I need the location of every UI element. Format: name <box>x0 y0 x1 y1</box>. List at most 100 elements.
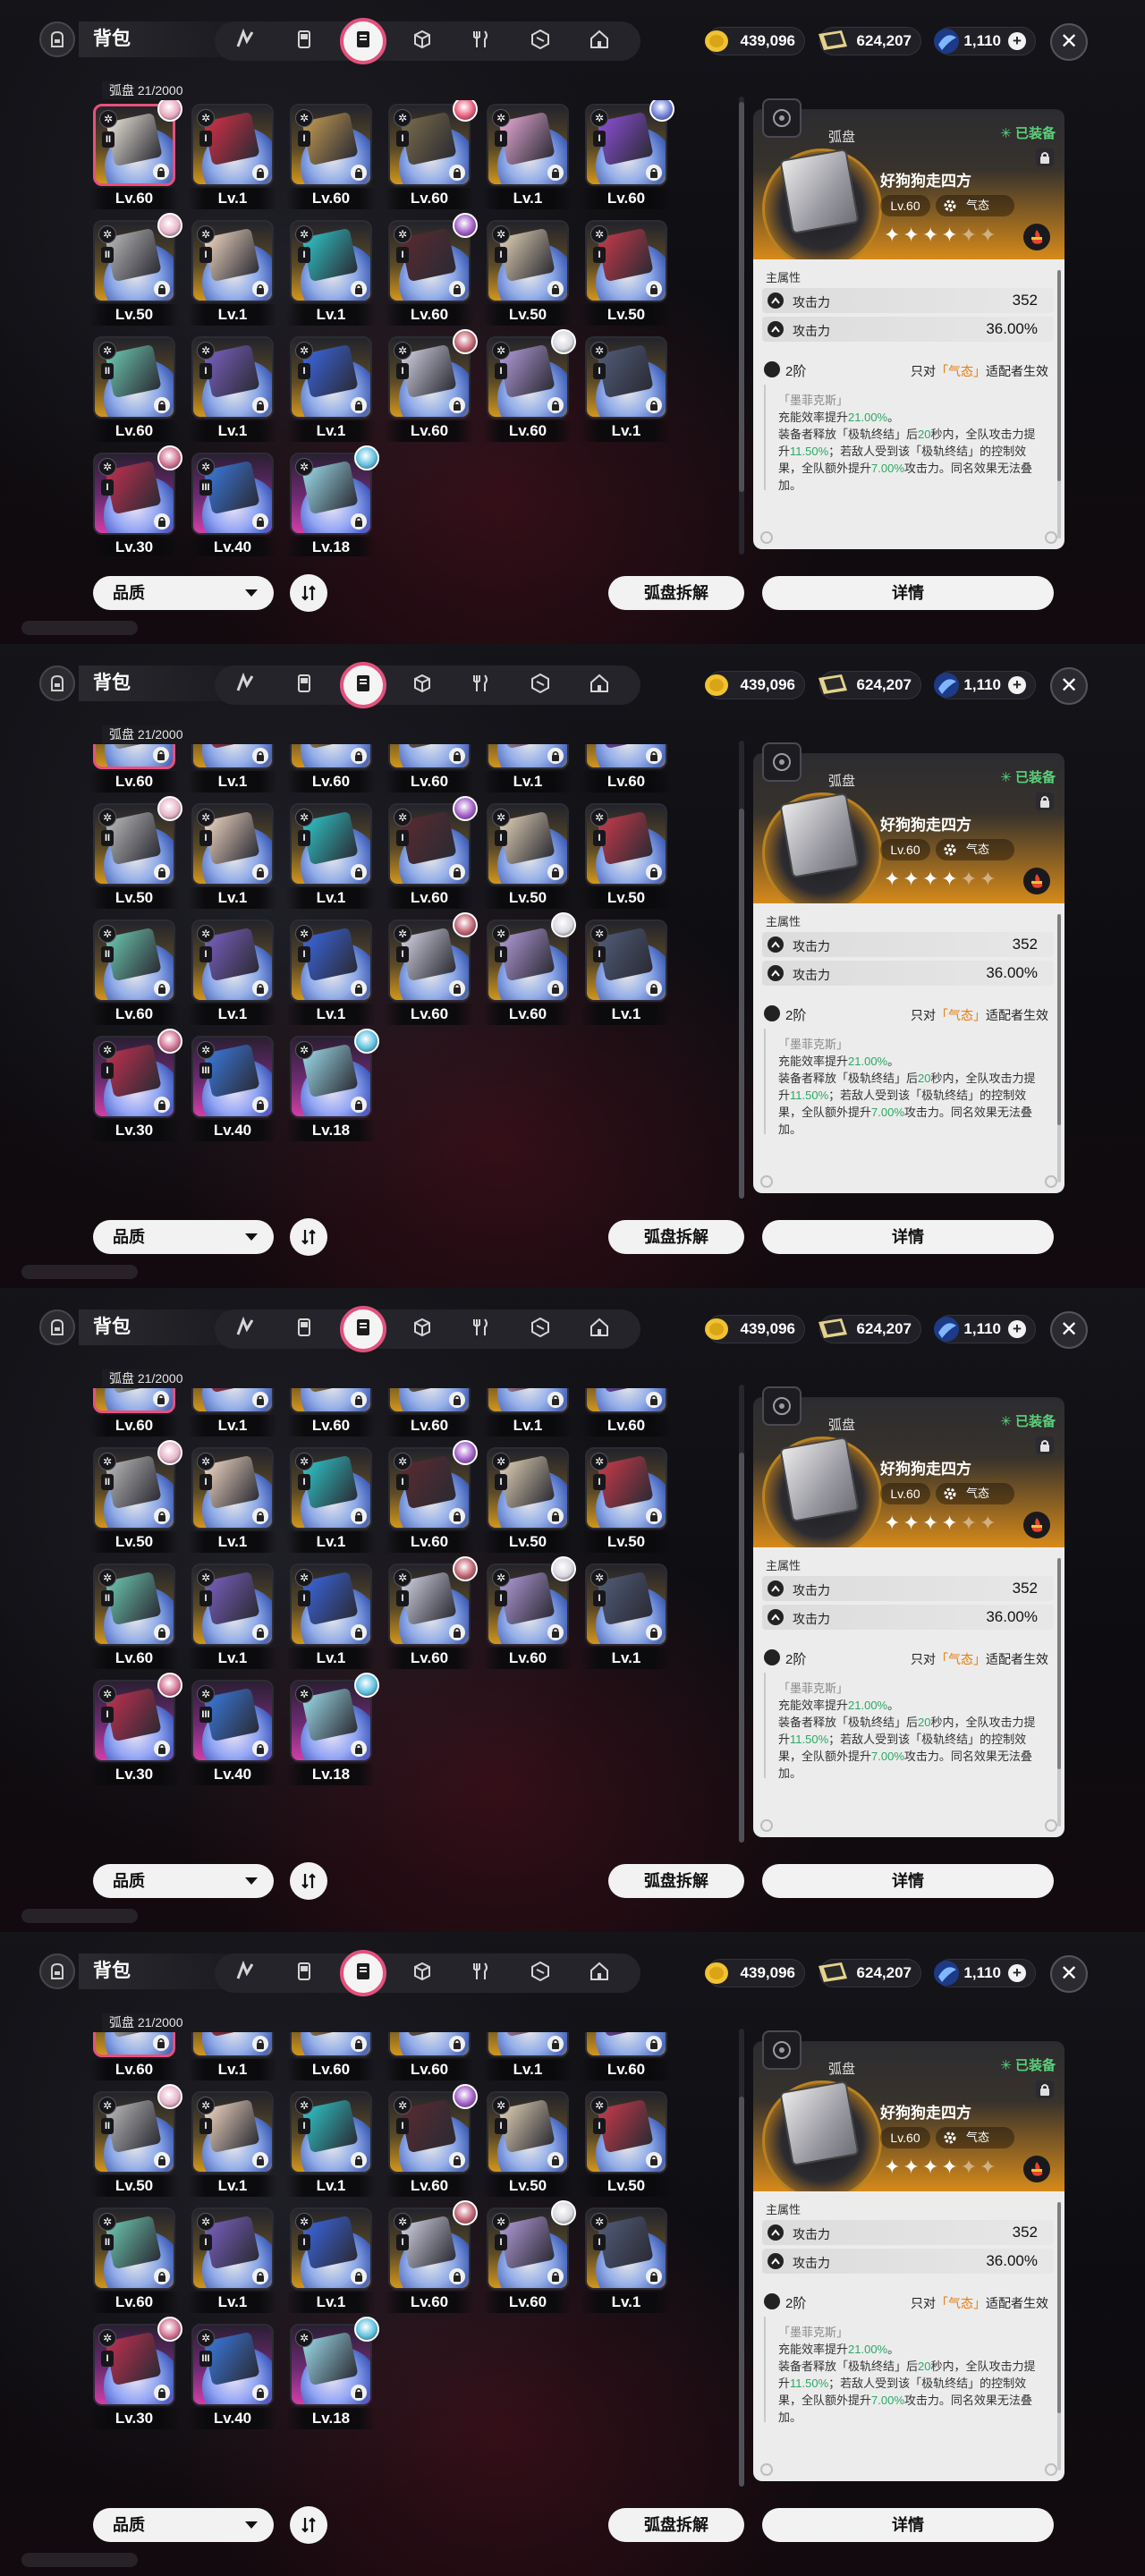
disc-item[interactable]: ✲ILv.60 <box>385 2200 478 2315</box>
disc-item[interactable]: ✲IILv.60 <box>89 916 179 1027</box>
disc-item[interactable]: ✲ILv.1 <box>286 333 376 444</box>
disc-item[interactable]: ✲ILv.1 <box>483 2032 572 2082</box>
disc-item[interactable]: ✲ILv.60 <box>385 213 478 327</box>
disc-item[interactable]: ✲ILv.1 <box>483 744 572 794</box>
disc-item[interactable]: ✲ILv.1 <box>188 744 277 794</box>
disc-item[interactable]: ✲ I Lv.50 <box>483 1444 572 1555</box>
grid-scroll-thumb[interactable] <box>739 809 744 1199</box>
disc-item[interactable]: ✲ILv.1 <box>286 2088 376 2199</box>
disc-item[interactable]: ✲ILv.1 <box>188 916 277 1027</box>
tab-cutlery[interactable] <box>462 21 501 61</box>
disc-item[interactable]: ✲ILv.1 <box>188 216 277 327</box>
tab-cutlery[interactable] <box>462 1309 501 1349</box>
tab-disc-bag[interactable] <box>340 18 386 64</box>
tab-sticker[interactable] <box>521 1309 560 1349</box>
tab-n-mark[interactable] <box>225 665 265 705</box>
quality-filter-dropdown[interactable]: 品质 <box>93 2508 274 2542</box>
tab-sticker[interactable] <box>521 665 560 705</box>
detail-scrollbar[interactable] <box>1057 914 1061 1182</box>
disc-item[interactable]: ✲ILv.60 <box>581 2032 671 2082</box>
disc-item[interactable]: ✲ILv.60 <box>581 744 671 794</box>
disc-item[interactable]: ✲ I Lv.50 <box>483 216 572 327</box>
close-button[interactable]: ✕ <box>1050 23 1088 61</box>
tab-disc-bag[interactable] <box>340 1950 386 1996</box>
tab-n-mark[interactable] <box>225 1953 265 1993</box>
close-button[interactable]: ✕ <box>1050 1955 1088 1993</box>
disc-item[interactable]: ✲ III Lv.40 <box>188 1032 277 1143</box>
disc-item[interactable]: ✲IILv.60 <box>89 2032 179 2082</box>
disc-item[interactable]: ✲ILv.1 <box>286 2204 376 2315</box>
item-grid[interactable]: ✲IILv.60✲ILv.1✲ILv.60✲ILv.60✲ILv.1✲ILv.6… <box>89 744 689 1200</box>
disc-item[interactable]: ✲ I Lv.30 <box>89 2317 182 2431</box>
disc-item[interactable]: ✲IILv.60 <box>89 1560 179 1671</box>
backpack-icon[interactable] <box>39 21 75 57</box>
disc-item[interactable]: ✲ILv.1 <box>286 800 376 911</box>
detail-scrollbar[interactable] <box>1057 270 1061 538</box>
grid-scrollbar[interactable] <box>739 1385 744 1843</box>
sort-order-button[interactable] <box>290 1218 327 1256</box>
disc-item[interactable]: ✲ILv.60 <box>581 100 674 211</box>
dismantle-button[interactable]: 弧盘拆解 <box>608 576 744 610</box>
dismantle-button[interactable]: 弧盘拆解 <box>608 1864 744 1898</box>
quality-filter-dropdown[interactable]: 品质 <box>93 1220 274 1254</box>
disc-item[interactable]: ✲ILv.1 <box>188 2032 277 2082</box>
disc-item[interactable]: ✲ Lv.18 <box>286 1673 379 1787</box>
tab-home[interactable] <box>580 1309 619 1349</box>
detail-scroll-thumb[interactable] <box>1057 1558 1061 1769</box>
disc-item[interactable]: ✲ILv.1 <box>188 100 277 211</box>
grid-scroll-thumb[interactable] <box>739 1453 744 1843</box>
sort-order-button[interactable] <box>290 574 327 612</box>
disc-item[interactable]: ✲ILv.1 <box>581 916 671 1027</box>
grid-scroll-thumb[interactable] <box>739 102 744 492</box>
tab-cube[interactable] <box>403 665 442 705</box>
disc-item[interactable]: ✲ILv.60 <box>385 912 478 1027</box>
disc-item[interactable]: ✲ I Lv.50 <box>581 2088 671 2199</box>
detail-body[interactable]: 主属性 攻击力 352 攻击力 36.00% 2阶 只对「气态」适配者生效 「墨… <box>753 903 1064 1193</box>
disc-item[interactable]: ✲ I Lv.50 <box>483 800 572 911</box>
disc-item[interactable]: ✲ILv.60 <box>385 796 478 911</box>
add-currency-button[interactable]: + <box>1008 1320 1026 1338</box>
dismantle-button[interactable]: 弧盘拆解 <box>608 1220 744 1254</box>
disc-item[interactable]: ✲ILv.60 <box>385 1388 474 1438</box>
disc-item[interactable]: ✲IILv.60 <box>89 2204 179 2315</box>
disc-item[interactable]: ✲ I Lv.50 <box>581 216 671 327</box>
tab-cutlery[interactable] <box>462 665 501 705</box>
disc-item[interactable]: ✲IILv.60 <box>89 1388 179 1438</box>
sort-order-button[interactable] <box>290 2506 327 2544</box>
disc-item[interactable]: ✲ILv.60 <box>286 2032 376 2082</box>
tab-home[interactable] <box>580 21 619 61</box>
lock-icon[interactable] <box>1036 1436 1054 1454</box>
disc-item[interactable]: ✲ I Lv.50 <box>581 1444 671 1555</box>
disc-item[interactable]: ✲ILv.60 <box>385 1440 478 1555</box>
disc-item[interactable]: ✲ILv.60 <box>385 329 478 444</box>
disc-item[interactable]: ✲ILv.1 <box>483 100 572 211</box>
disc-item[interactable]: ✲ILv.1 <box>188 333 277 444</box>
disc-item[interactable]: ✲ILv.1 <box>286 916 376 1027</box>
disc-item[interactable]: ✲ I Lv.30 <box>89 1029 182 1143</box>
disc-item[interactable]: ✲ILv.60 <box>483 1556 576 1671</box>
detail-body[interactable]: 主属性 攻击力 352 攻击力 36.00% 2阶 只对「气态」适配者生效 「墨… <box>753 259 1064 549</box>
tab-device[interactable] <box>284 665 324 705</box>
disc-item[interactable]: ✲ILv.1 <box>188 2204 277 2315</box>
item-grid[interactable]: ✲IILv.60✲ILv.1✲ILv.60✲ILv.60✲ILv.1✲ILv.6… <box>89 100 689 556</box>
disc-item[interactable]: ✲IILv.60 <box>89 744 179 794</box>
close-button[interactable]: ✕ <box>1050 667 1088 705</box>
disc-item[interactable]: ✲ILv.1 <box>581 1560 671 1671</box>
disc-item[interactable]: ✲ Lv.18 <box>286 1029 379 1143</box>
backpack-icon[interactable] <box>39 1309 75 1345</box>
disc-item[interactable]: ✲ I Lv.30 <box>89 1673 182 1787</box>
detail-scroll-thumb[interactable] <box>1057 2202 1061 2413</box>
lock-icon[interactable] <box>1036 148 1054 166</box>
disc-item[interactable]: ✲ILv.60 <box>385 100 478 211</box>
tab-sticker[interactable] <box>521 21 560 61</box>
grid-scrollbar[interactable] <box>739 97 744 555</box>
disc-item[interactable]: ✲ILv.1 <box>483 1388 572 1438</box>
disc-item[interactable]: ✲ILv.1 <box>581 333 671 444</box>
tab-n-mark[interactable] <box>225 1309 265 1349</box>
tab-device[interactable] <box>284 1309 324 1349</box>
disc-item[interactable]: ✲ILv.60 <box>483 329 576 444</box>
disc-item[interactable]: ✲ILv.60 <box>483 2200 576 2315</box>
disc-item[interactable]: ✲ III Lv.40 <box>188 2320 277 2431</box>
detail-scroll-thumb[interactable] <box>1057 914 1061 1125</box>
disc-item[interactable]: ✲IILv.60 <box>89 333 179 444</box>
